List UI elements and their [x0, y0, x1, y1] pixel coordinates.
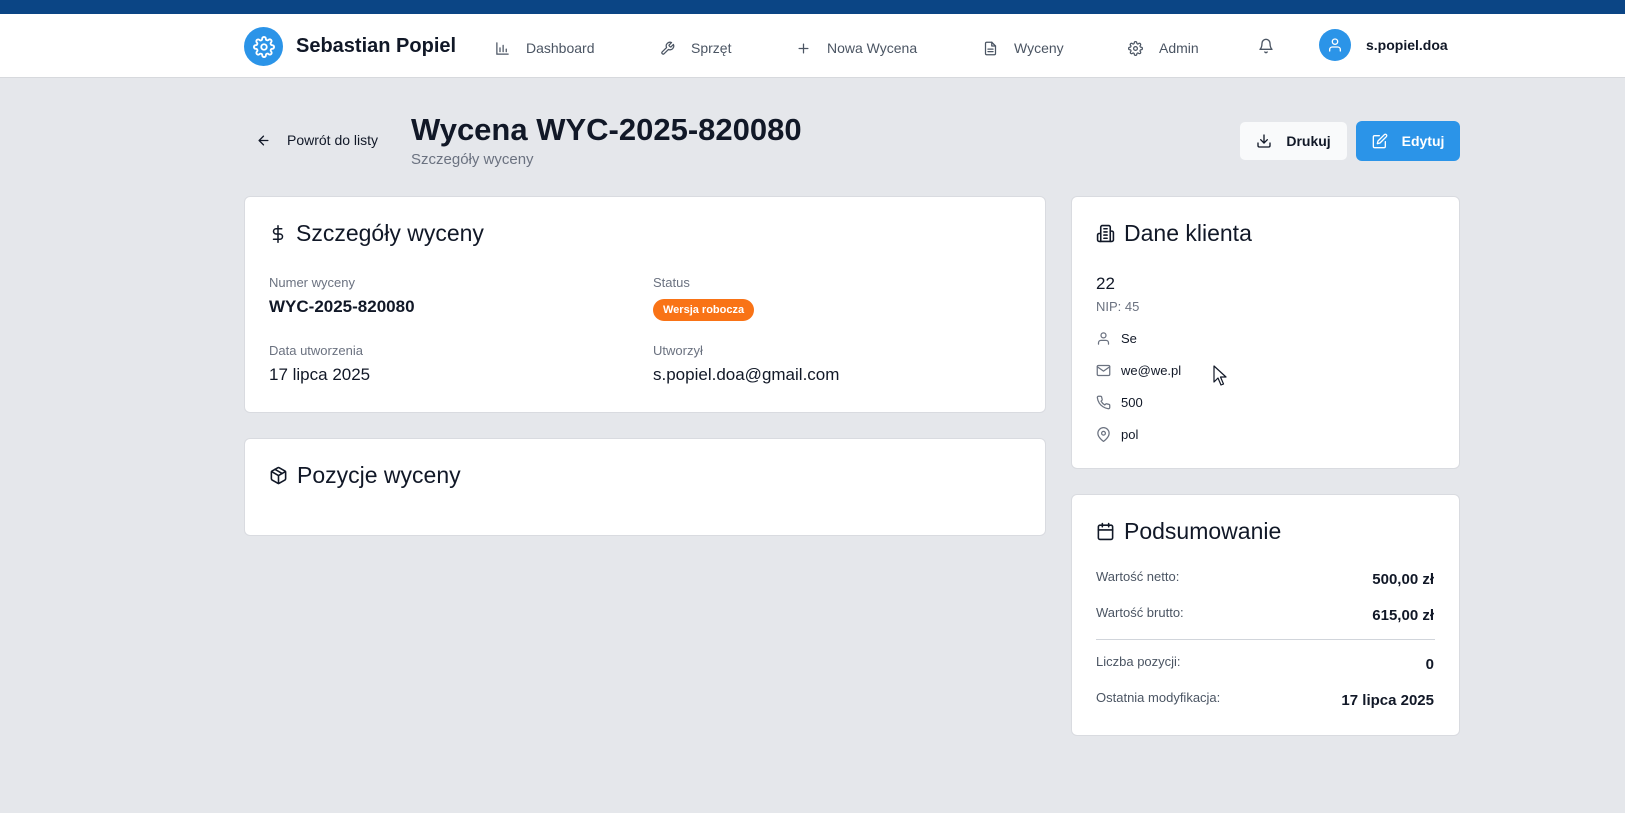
browser-top-strip	[0, 0, 1625, 14]
summary-title: Podsumowanie	[1096, 518, 1281, 545]
print-button-label: Drukuj	[1286, 133, 1331, 149]
client-phone-value: 500	[1121, 395, 1143, 410]
client-contact-row: Se	[1096, 331, 1137, 346]
user-icon	[1097, 332, 1110, 345]
nav-new-quote-label: Nowa Wycena	[827, 40, 918, 56]
client-phone-row: 500	[1096, 395, 1143, 410]
net-value-label: Wartość netto:	[1096, 569, 1180, 584]
bar-chart-icon	[496, 41, 509, 55]
user-name: s.popiel.doa	[1366, 37, 1448, 53]
nav-dashboard[interactable]: Dashboard	[495, 38, 595, 58]
user-menu[interactable]: s.popiel.doa	[1319, 29, 1448, 61]
quote-number-value: WYC-2025-820080	[269, 297, 415, 316]
author-value: s.popiel.doa@gmail.com	[653, 365, 840, 384]
brand-name: Sebastian Popiel	[296, 35, 457, 57]
edit-button-label: Edytuj	[1401, 133, 1445, 149]
item-count-label: Liczba pozycji:	[1096, 654, 1181, 669]
client-email-value: we@we.pl	[1121, 363, 1182, 378]
user-icon	[1319, 29, 1351, 61]
edit-button[interactable]: Edytuj	[1356, 121, 1460, 161]
author-label: Utworzył	[653, 343, 703, 358]
page-title: Wycena WYC-2025-820080	[411, 112, 802, 147]
document-icon	[984, 41, 997, 55]
nav-quotes-label: Wyceny	[1014, 40, 1064, 56]
summary-title-text: Podsumowanie	[1124, 518, 1282, 544]
status-label: Status	[653, 275, 690, 290]
client-title: Dane klienta	[1096, 220, 1252, 247]
nav-new-quote[interactable]: Nowa Wycena	[796, 38, 917, 58]
client-nip: NIP: 45	[1096, 299, 1140, 314]
client-title-text: Dane klienta	[1124, 220, 1252, 246]
dollar-icon	[272, 224, 284, 243]
back-to-list-label: Powrót do listy	[287, 132, 379, 148]
back-to-list-link[interactable]: Powrót do listy	[256, 132, 378, 148]
nav-equipment[interactable]: Sprzęt	[660, 38, 731, 58]
client-email-row: we@we.pl	[1096, 363, 1181, 378]
quote-items-title: Pozycje wyceny	[269, 462, 461, 489]
plus-icon	[798, 43, 809, 53]
edit-icon	[1372, 133, 1387, 149]
nav-admin-label: Admin	[1159, 40, 1199, 56]
client-address-value: pol	[1121, 427, 1139, 442]
client-address-row: pol	[1096, 427, 1138, 442]
mail-icon	[1096, 364, 1111, 377]
notifications-bell-icon[interactable]	[1258, 38, 1274, 59]
quote-details-title-text: Szczegóły wyceny	[296, 220, 484, 246]
gross-value-label: Wartość brutto:	[1096, 605, 1184, 620]
item-count-value: 0	[1425, 656, 1434, 673]
arrow-left-icon	[258, 135, 269, 145]
navbar: Sebastian Popiel Dashboard Sprzęt Nowa W…	[0, 14, 1625, 78]
quote-details-title: Szczegóły wyceny	[269, 220, 484, 247]
client-name: 22	[1096, 274, 1115, 293]
building-icon	[1096, 224, 1115, 243]
client-contact-value: Se	[1121, 331, 1137, 346]
download-icon	[1257, 134, 1271, 148]
quote-items-title-text: Pozycje wyceny	[297, 462, 461, 488]
mouse-cursor-icon	[1213, 365, 1227, 392]
settings-icon	[1128, 40, 1143, 56]
gross-value: 615,00 zł	[1372, 607, 1434, 624]
page-subtitle: Szczegóły wyceny	[411, 151, 534, 168]
map-pin-icon	[1097, 427, 1110, 442]
nav-admin[interactable]: Admin	[1128, 38, 1199, 58]
package-icon	[270, 466, 287, 485]
brand[interactable]: Sebastian Popiel	[244, 27, 456, 66]
nav-equipment-label: Sprzęt	[691, 40, 732, 56]
status-badge: Wersja robocza	[653, 299, 755, 321]
print-button[interactable]: Drukuj	[1239, 121, 1348, 161]
nav-quotes[interactable]: Wyceny	[983, 38, 1064, 58]
quote-number-label: Numer wyceny	[269, 275, 355, 290]
phone-icon	[1096, 395, 1111, 410]
calendar-icon	[1097, 522, 1114, 541]
created-date-value: 17 lipca 2025	[269, 365, 371, 384]
last-modified-label: Ostatnia modyfikacja:	[1096, 690, 1221, 705]
gear-icon	[244, 27, 283, 66]
last-modified-value: 17 lipca 2025	[1341, 692, 1434, 709]
created-date-label: Data utworzenia	[269, 343, 363, 358]
net-value: 500,00 zł	[1372, 571, 1434, 588]
wrench-icon	[661, 41, 675, 55]
nav-dashboard-label: Dashboard	[526, 40, 595, 56]
summary-divider	[1096, 639, 1435, 640]
